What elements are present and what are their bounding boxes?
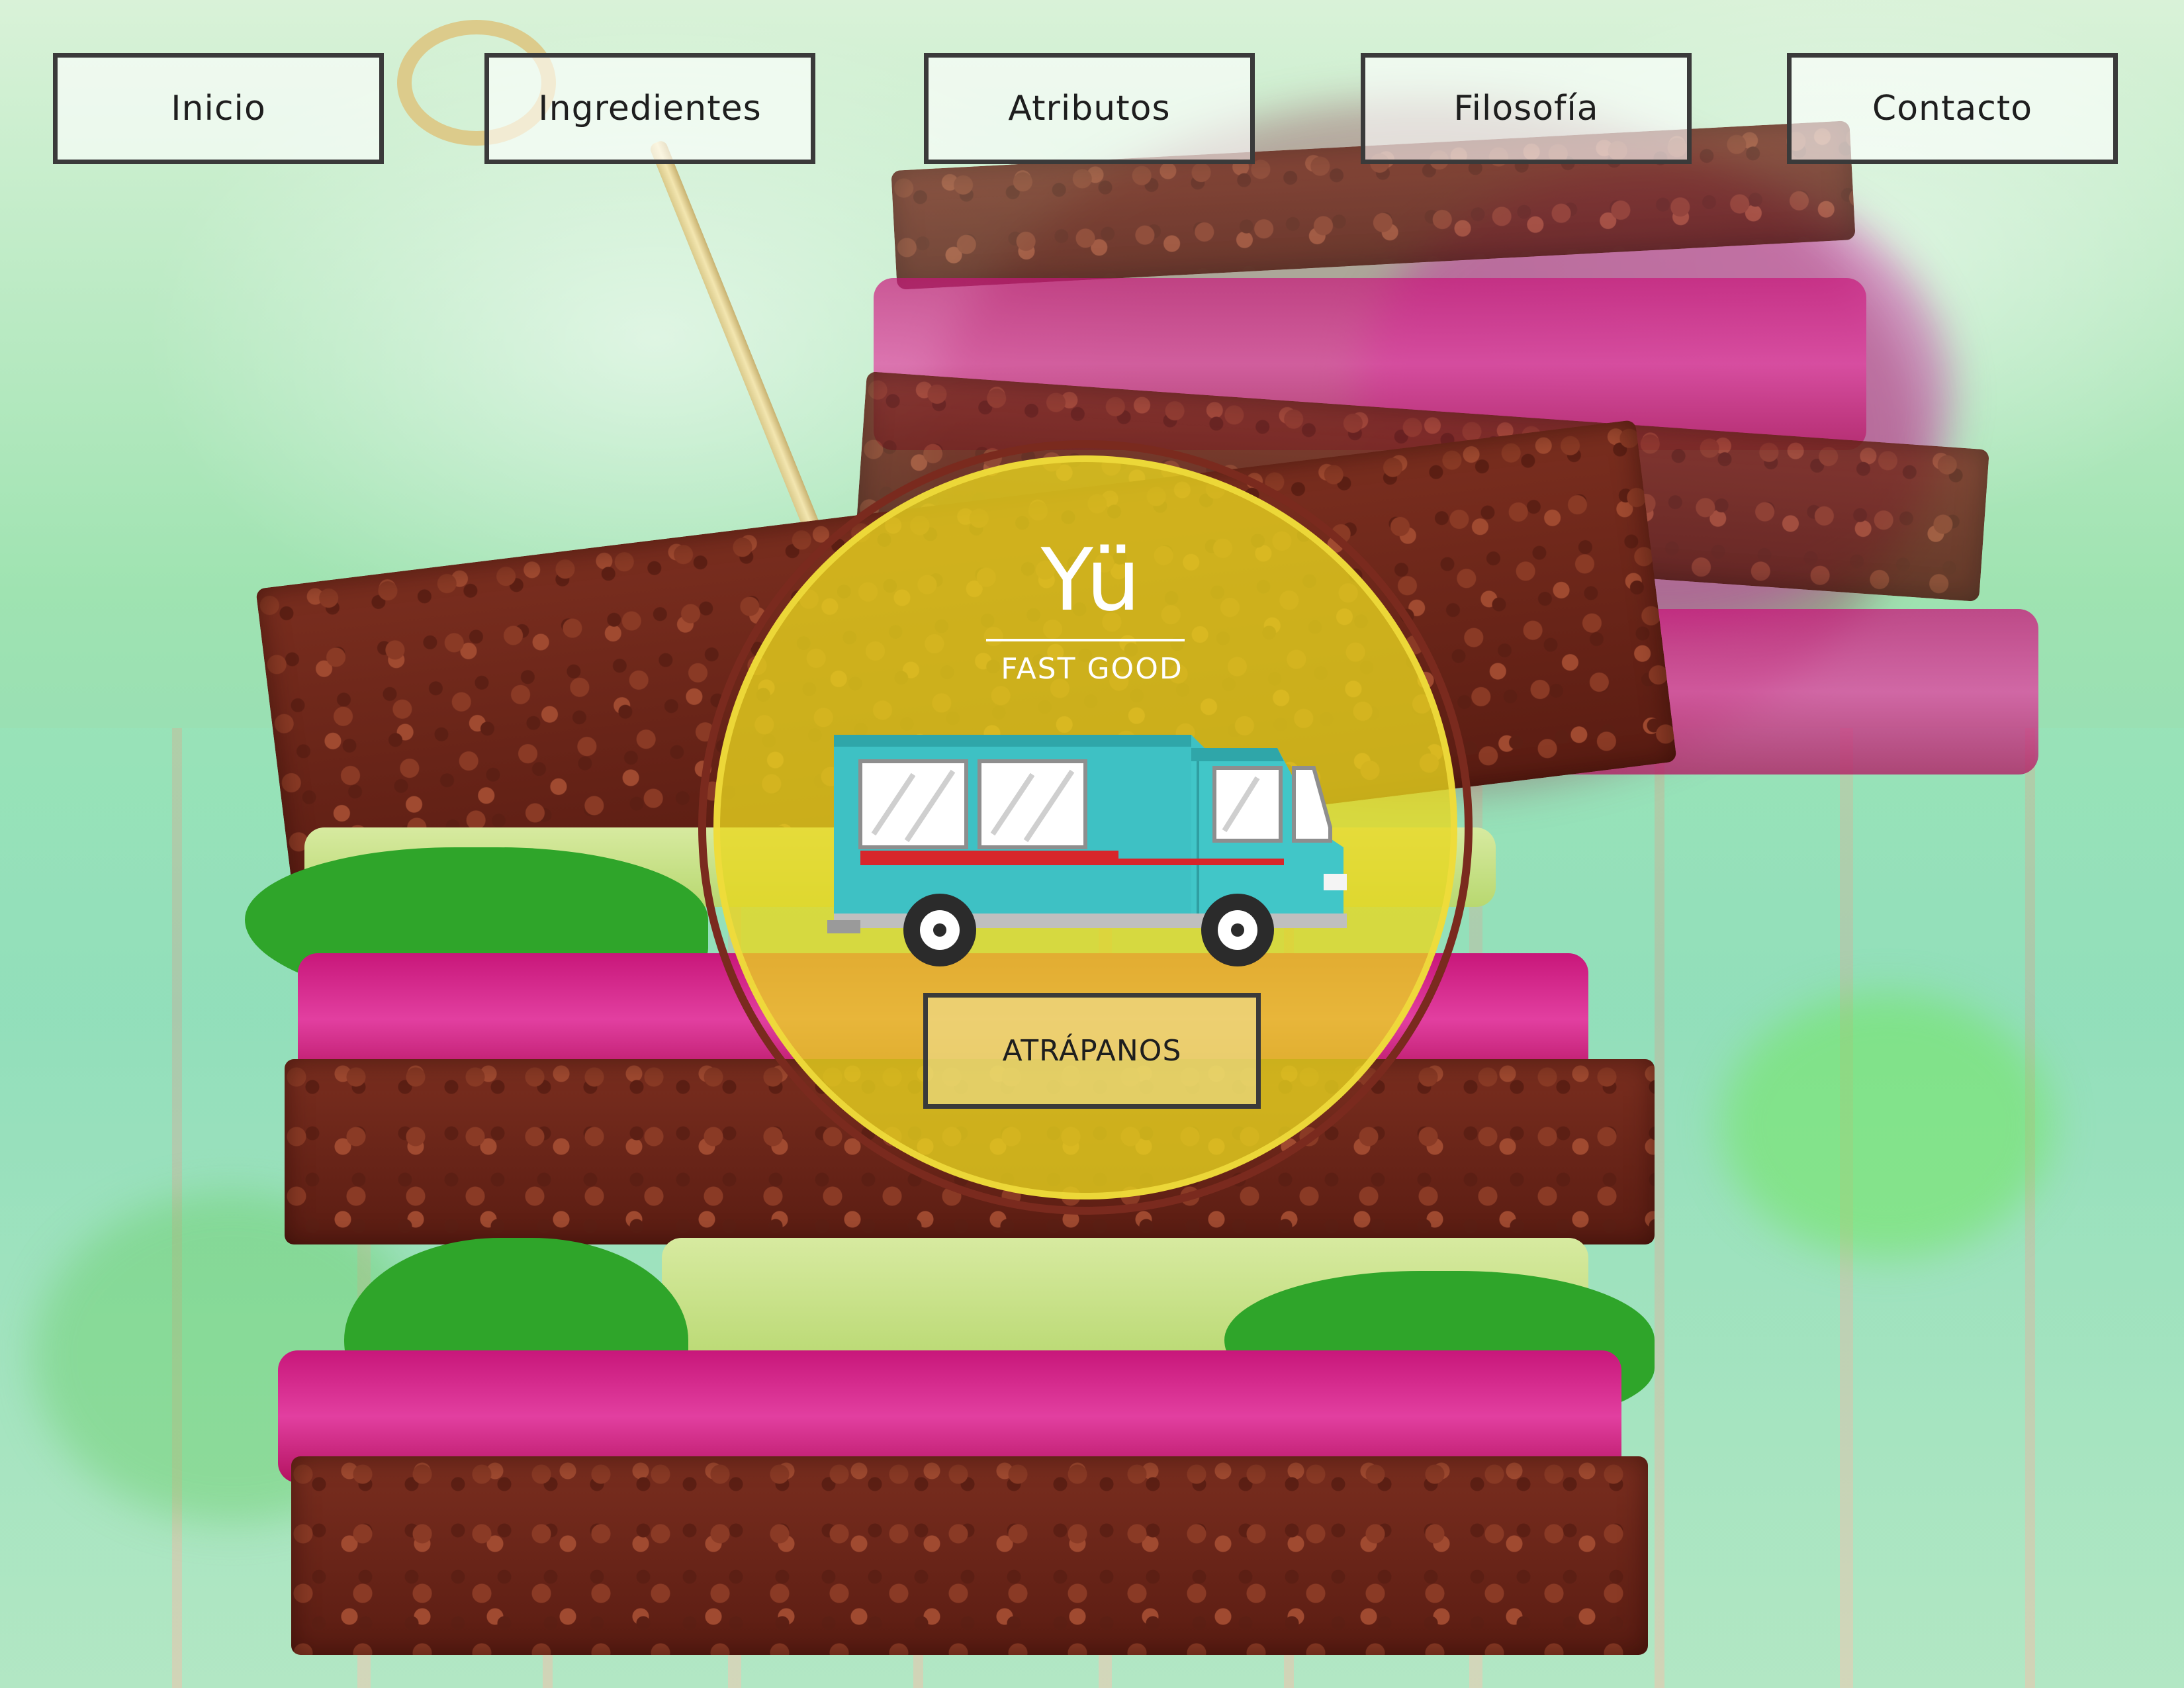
brand-divider: [986, 639, 1185, 641]
nav-filosofia[interactable]: Filosofía: [1361, 53, 1692, 164]
skewer: [649, 139, 839, 576]
page: Inicio Ingredientes Atributos Filosofía …: [0, 0, 2184, 1688]
bread-slice: [291, 1456, 1648, 1655]
nav-contacto[interactable]: Contacto: [1787, 53, 2118, 164]
catch-us-button[interactable]: ATRÁPANOS: [923, 993, 1261, 1109]
nav-ingredientes[interactable]: Ingredientes: [484, 53, 815, 164]
brand-name: Yü: [1040, 530, 1144, 630]
nav-inicio[interactable]: Inicio: [53, 53, 384, 164]
food-truck-icon: [827, 735, 1347, 966]
brand-tagline: FAST GOOD: [1001, 652, 1183, 686]
blur-blob: [1721, 993, 2052, 1258]
nav-atributos[interactable]: Atributos: [924, 53, 1255, 164]
